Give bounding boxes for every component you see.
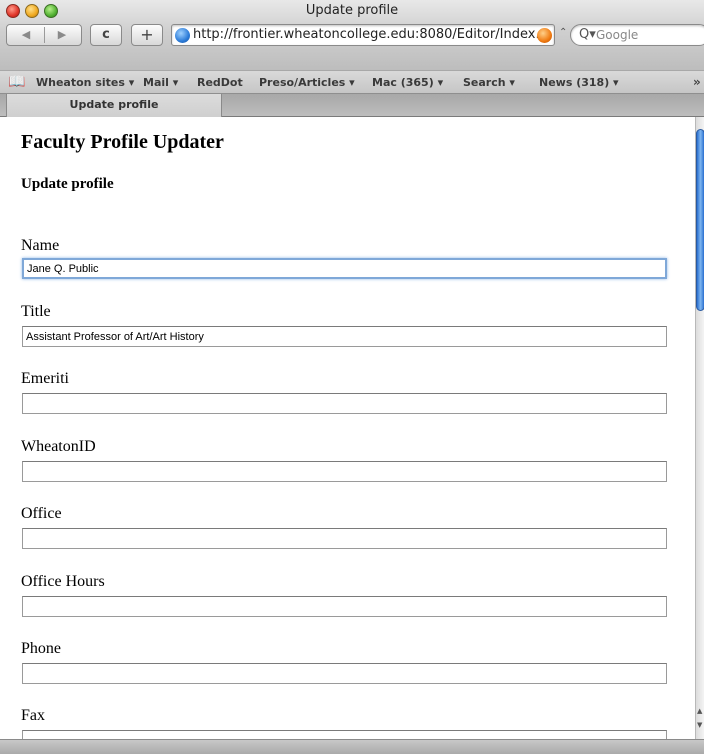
emeriti-field[interactable]	[22, 393, 667, 414]
scroll-down-arrow-icon[interactable]: ▼	[697, 721, 702, 729]
status-bar	[0, 739, 704, 754]
bookmark-news[interactable]: News (318) ▾	[539, 76, 619, 89]
wheatonid-label: WheatonID	[21, 438, 96, 455]
bookmark-mac[interactable]: Mac (365) ▾	[372, 76, 443, 89]
fax-field[interactable]	[22, 730, 667, 739]
office-hours-field[interactable]	[22, 596, 667, 617]
title-label: Title	[21, 303, 51, 320]
reload-icon: c	[102, 27, 110, 42]
add-bookmark-button[interactable]: +	[131, 24, 163, 46]
phone-field[interactable]	[22, 663, 667, 684]
search-icon[interactable]: Q▾	[579, 27, 596, 42]
scroll-up-arrow-icon[interactable]: ▲	[697, 707, 702, 715]
address-bar[interactable]: http://frontier.wheatoncollege.edu:8080/…	[171, 24, 555, 46]
tab-strip: Update profile	[0, 94, 704, 117]
url-text[interactable]: http://frontier.wheatoncollege.edu:8080/…	[193, 27, 538, 42]
bookmark-search[interactable]: Search ▾	[463, 76, 515, 89]
emeriti-label: Emeriti	[21, 370, 69, 387]
vertical-scrollbar[interactable]: ▲ ▼	[695, 117, 704, 739]
window-title: Update profile	[305, 3, 399, 18]
add-bookmark-icon: +	[140, 25, 154, 44]
history-dropdown-icon[interactable]: ⌃	[559, 27, 567, 38]
window-titlebar: Update profile ◀ ▶ c + http://frontier.wh…	[0, 0, 704, 70]
book-icon[interactable]: 📖	[8, 74, 25, 90]
tab-update-profile[interactable]: Update profile	[6, 94, 222, 117]
back-arrow-icon[interactable]: ◀	[8, 25, 44, 45]
bookmark-reddot[interactable]: RedDot	[197, 76, 243, 89]
bookmarks-bar: 📖 Wheaton sites ▾ Mail ▾ RedDot Preso/Ar…	[0, 70, 704, 94]
wheatonid-field[interactable]	[22, 461, 667, 482]
name-field[interactable]	[22, 258, 667, 279]
back-forward-buttons[interactable]: ◀ ▶	[6, 24, 82, 46]
forward-arrow-icon[interactable]: ▶	[44, 25, 80, 45]
phone-label: Phone	[21, 640, 61, 657]
fax-label: Fax	[21, 707, 45, 724]
bookmark-preso-articles[interactable]: Preso/Articles ▾	[259, 76, 355, 89]
office-field[interactable]	[22, 528, 667, 549]
bookmark-mail[interactable]: Mail ▾	[143, 76, 178, 89]
bookmarks-overflow-icon[interactable]: »	[693, 75, 701, 89]
page-title: Faculty Profile Updater	[21, 131, 224, 153]
snapback-icon[interactable]	[537, 28, 552, 43]
scrollbar-thumb[interactable]	[696, 129, 704, 311]
search-placeholder: Google	[596, 28, 639, 42]
page-content: Faculty Profile Updater Update profile N…	[0, 117, 695, 739]
office-label: Office	[21, 505, 62, 522]
bookmark-wheaton-sites[interactable]: Wheaton sites ▾	[36, 76, 134, 89]
section-heading: Update profile	[21, 176, 114, 192]
office-hours-label: Office Hours	[21, 573, 105, 590]
search-field[interactable]: Q▾ Google	[570, 24, 704, 46]
title-field[interactable]	[22, 326, 667, 347]
reload-button[interactable]: c	[90, 24, 122, 46]
globe-icon	[175, 28, 190, 43]
name-label: Name	[21, 237, 60, 254]
